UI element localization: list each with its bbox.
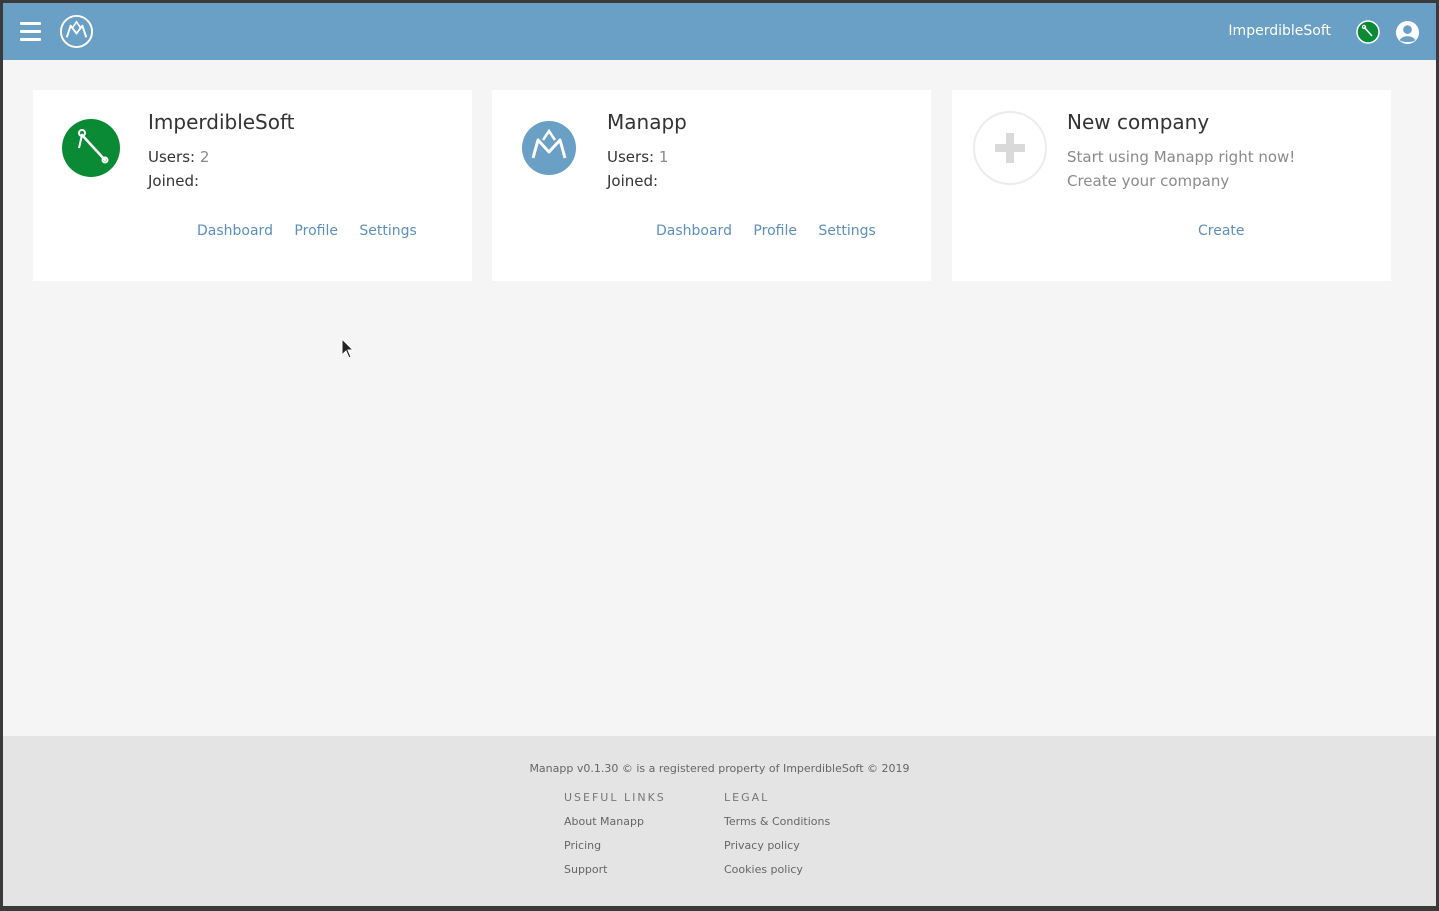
page-footer: Manapp v0.1.30 © is a registered propert…	[3, 736, 1436, 906]
settings-link[interactable]: Settings	[818, 223, 875, 239]
profile-link[interactable]: Profile	[294, 223, 338, 239]
company-card-actions: Dashboard Profile Settings	[197, 223, 434, 240]
settings-link[interactable]: Settings	[359, 223, 416, 239]
joined-date: Joined:	[148, 172, 200, 190]
safety-pin-icon	[62, 119, 120, 177]
new-company-hint: Create your company	[1067, 172, 1230, 190]
footer-link-about[interactable]: About Manapp	[564, 815, 666, 829]
company-name: ImperdibleSoft	[148, 110, 295, 134]
company-name: Manapp	[607, 110, 687, 134]
dashboard-link[interactable]: Dashboard	[656, 223, 732, 239]
new-company-title: New company	[1067, 110, 1210, 134]
user-account-icon[interactable]	[1395, 20, 1420, 45]
users-count: Users: 2	[148, 148, 210, 166]
footer-link-privacy[interactable]: Privacy policy	[724, 839, 830, 853]
footer-legal: LEGAL Terms & Conditions Privacy policy …	[724, 791, 830, 887]
app-window: ImperdibleSoft ImperdibleSoft Users: 2 J…	[3, 3, 1436, 906]
top-navigation-bar: ImperdibleSoft	[3, 3, 1436, 60]
company-card-imperdiblesoft: ImperdibleSoft Users: 2 Joined: Dashboar…	[33, 90, 472, 281]
new-company-tagline: Start using Manapp right now!	[1067, 148, 1296, 166]
new-company-actions: Create	[1198, 223, 1262, 240]
create-company-link[interactable]: Create	[1198, 223, 1245, 239]
app-logo-icon[interactable]	[59, 14, 94, 49]
current-company-name[interactable]: ImperdibleSoft	[1228, 23, 1331, 40]
footer-useful-links: USEFUL LINKS About Manapp Pricing Suppor…	[564, 791, 666, 887]
profile-link[interactable]: Profile	[753, 223, 797, 239]
footer-link-pricing[interactable]: Pricing	[564, 839, 666, 853]
legal-heading: LEGAL	[724, 791, 770, 804]
new-company-card: New company Start using Manapp right now…	[952, 90, 1391, 281]
footer-link-cookies[interactable]: Cookies policy	[724, 863, 830, 877]
mouse-pointer-icon	[341, 338, 355, 359]
safety-pin-icon[interactable]	[1356, 20, 1380, 44]
manapp-logo-icon	[522, 121, 576, 175]
company-card-actions: Dashboard Profile Settings	[656, 223, 893, 240]
footer-link-terms[interactable]: Terms & Conditions	[724, 815, 830, 829]
hamburger-menu-icon[interactable]	[20, 22, 41, 41]
useful-links-heading: USEFUL LINKS	[564, 791, 666, 804]
dashboard-link[interactable]: Dashboard	[197, 223, 273, 239]
footer-link-support[interactable]: Support	[564, 863, 666, 877]
company-card-manapp: Manapp Users: 1 Joined: Dashboard Profil…	[492, 90, 931, 281]
plus-icon[interactable]	[973, 111, 1047, 185]
joined-date: Joined:	[607, 172, 659, 190]
copyright-notice: Manapp v0.1.30 © is a registered propert…	[529, 762, 910, 775]
users-count: Users: 1	[607, 148, 669, 166]
